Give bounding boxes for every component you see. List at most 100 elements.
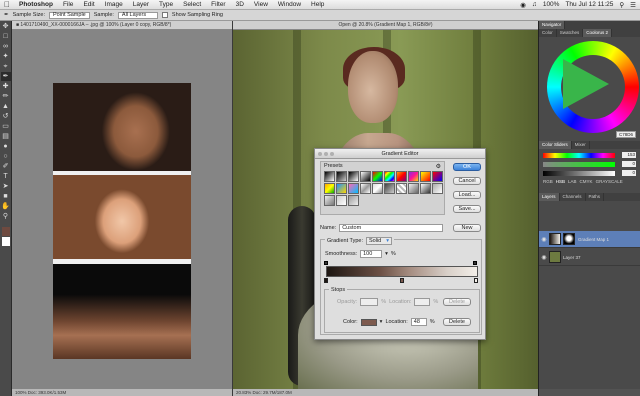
- dialog-titlebar[interactable]: Gradient Editor: [315, 149, 485, 159]
- clock[interactable]: Thu Jul 12 11:25: [565, 1, 613, 8]
- preset-swatch[interactable]: [348, 183, 359, 194]
- tab-paths[interactable]: Paths: [586, 193, 605, 201]
- document-tab-painting[interactable]: Open @ 20.8% (Gradient Map 1, RGB/8#): [233, 21, 538, 30]
- healing-tool-icon[interactable]: ✚: [1, 82, 11, 91]
- color-stop-1[interactable]: [324, 278, 328, 283]
- preset-swatch[interactable]: [432, 183, 443, 194]
- hue-slider[interactable]: [543, 153, 615, 158]
- sample-select[interactable]: All Layers: [117, 11, 158, 19]
- close-icon[interactable]: [318, 152, 322, 156]
- gear-icon[interactable]: ⚙: [436, 163, 441, 170]
- background-color-icon[interactable]: [1, 237, 10, 246]
- path-select-tool-icon[interactable]: ➤: [1, 182, 11, 191]
- move-tool-icon[interactable]: ✥: [1, 22, 11, 31]
- opacity-stop-left[interactable]: [324, 261, 328, 265]
- minimize-icon[interactable]: [324, 152, 328, 156]
- document-tab-reference[interactable]: ■ 1401710490_XX-0000166JA – .jpg @ 100% …: [12, 21, 232, 30]
- stamp-tool-icon[interactable]: ▲: [1, 102, 11, 111]
- layer-mask-thumbnail[interactable]: [563, 233, 575, 245]
- menu-filter[interactable]: Filter: [206, 1, 230, 8]
- menu-photoshop[interactable]: Photoshop: [14, 1, 58, 8]
- history-brush-icon[interactable]: ↺: [1, 112, 11, 121]
- layer-name[interactable]: Layer 37: [563, 255, 581, 260]
- preset-swatch[interactable]: [336, 195, 347, 206]
- show-ring-checkbox[interactable]: [161, 12, 168, 18]
- name-input[interactable]: Custom: [339, 224, 444, 232]
- eye-icon[interactable]: ◉: [539, 236, 549, 243]
- color-stepper-icon[interactable]: ▾: [380, 319, 383, 325]
- foreground-color-icon[interactable]: [1, 227, 10, 236]
- slider-value-3[interactable]: 0: [622, 170, 636, 176]
- menu-window[interactable]: Window: [273, 1, 306, 8]
- preset-swatch[interactable]: [324, 171, 335, 182]
- hand-tool-icon[interactable]: ✋: [1, 202, 11, 211]
- brush-tool-icon[interactable]: ✏: [1, 92, 11, 101]
- battery-label[interactable]: 100%: [543, 1, 560, 8]
- delete-opacity-button[interactable]: Delete: [443, 298, 471, 306]
- wifi-icon[interactable]: ◉: [520, 1, 526, 9]
- shape-tool-icon[interactable]: ■: [1, 192, 11, 201]
- gradient-type-select[interactable]: Solid ▾: [365, 237, 392, 245]
- dodge-tool-icon[interactable]: ○: [1, 152, 11, 161]
- preset-swatch[interactable]: [336, 171, 347, 182]
- document-window-reference[interactable]: ■ 1401710490_XX-0000166JA – .jpg @ 100% …: [12, 21, 232, 396]
- mode-grayscale[interactable]: GRAYSCALE: [596, 179, 623, 184]
- new-button[interactable]: New: [453, 224, 481, 232]
- ok-button[interactable]: OK: [453, 163, 481, 171]
- opacity-input[interactable]: [360, 298, 379, 306]
- menu-image[interactable]: Image: [100, 1, 128, 8]
- preset-swatch[interactable]: [408, 171, 419, 182]
- preset-swatch[interactable]: [348, 195, 359, 206]
- preset-swatch[interactable]: [336, 183, 347, 194]
- menu-file[interactable]: File: [58, 1, 78, 8]
- preset-swatch[interactable]: [324, 195, 335, 206]
- smoothness-input[interactable]: 100: [360, 250, 383, 258]
- list-icon[interactable]: ☰: [630, 1, 636, 9]
- type-tool-icon[interactable]: T: [1, 172, 11, 181]
- menu-3d[interactable]: 3D: [231, 1, 249, 8]
- layer-row[interactable]: ◉ Layer 37: [539, 249, 640, 266]
- marquee-tool-icon[interactable]: □: [1, 32, 11, 41]
- color-triangle[interactable]: [563, 59, 609, 109]
- preset-swatch[interactable]: [420, 183, 431, 194]
- sample-size-select[interactable]: Point Sample: [49, 11, 90, 19]
- preset-swatch[interactable]: [360, 183, 371, 194]
- menu-type[interactable]: Type: [154, 1, 178, 8]
- preset-swatch[interactable]: [372, 183, 383, 194]
- reference-canvas[interactable]: [53, 83, 191, 359]
- mode-cmyk[interactable]: CMYK: [580, 179, 593, 184]
- eyedropper-icon[interactable]: ✒: [4, 12, 9, 18]
- lasso-tool-icon[interactable]: ∞: [1, 42, 11, 51]
- tab-color-sliders[interactable]: Color Sliders: [539, 141, 572, 149]
- tab-navigator[interactable]: Navigator: [539, 21, 566, 29]
- menu-edit[interactable]: Edit: [78, 1, 99, 8]
- preset-swatch[interactable]: [432, 171, 443, 182]
- tab-coolorus[interactable]: Coolorus 2: [583, 29, 613, 37]
- layer-row[interactable]: ◉ Gradient Map 1: [539, 231, 640, 248]
- menu-layer[interactable]: Layer: [128, 1, 154, 8]
- stop-color-swatch[interactable]: [360, 318, 377, 326]
- cancel-button[interactable]: Cancel: [453, 177, 481, 185]
- mode-rgb[interactable]: RGB: [543, 179, 553, 184]
- preset-swatch[interactable]: [420, 171, 431, 182]
- location-input-top[interactable]: [414, 298, 431, 306]
- quick-select-tool-icon[interactable]: ✦: [1, 52, 11, 61]
- saturation-slider[interactable]: [543, 162, 615, 167]
- crop-tool-icon[interactable]: ⌖: [1, 62, 11, 71]
- eyedropper-tool-icon[interactable]: ✒: [0, 72, 11, 81]
- preset-swatch[interactable]: [360, 171, 371, 182]
- menu-help[interactable]: Help: [306, 1, 329, 8]
- brightness-slider[interactable]: [543, 171, 615, 176]
- hex-input[interactable]: C78D6: [615, 131, 636, 138]
- save-button[interactable]: Save...: [453, 205, 481, 213]
- gradient-tool-icon[interactable]: ▤: [1, 132, 11, 141]
- color-stop-selected[interactable]: [400, 278, 404, 283]
- blur-tool-icon[interactable]: ●: [1, 142, 11, 151]
- preset-swatch[interactable]: [324, 183, 335, 194]
- slider-value-1[interactable]: 153: [622, 152, 636, 158]
- search-icon[interactable]: ⚲: [619, 1, 624, 9]
- eraser-tool-icon[interactable]: ▭: [1, 122, 11, 131]
- mode-hsb[interactable]: HSB: [556, 179, 565, 184]
- zoom-tool-icon[interactable]: ⚲: [1, 212, 11, 221]
- tab-layers[interactable]: Layers: [539, 193, 560, 201]
